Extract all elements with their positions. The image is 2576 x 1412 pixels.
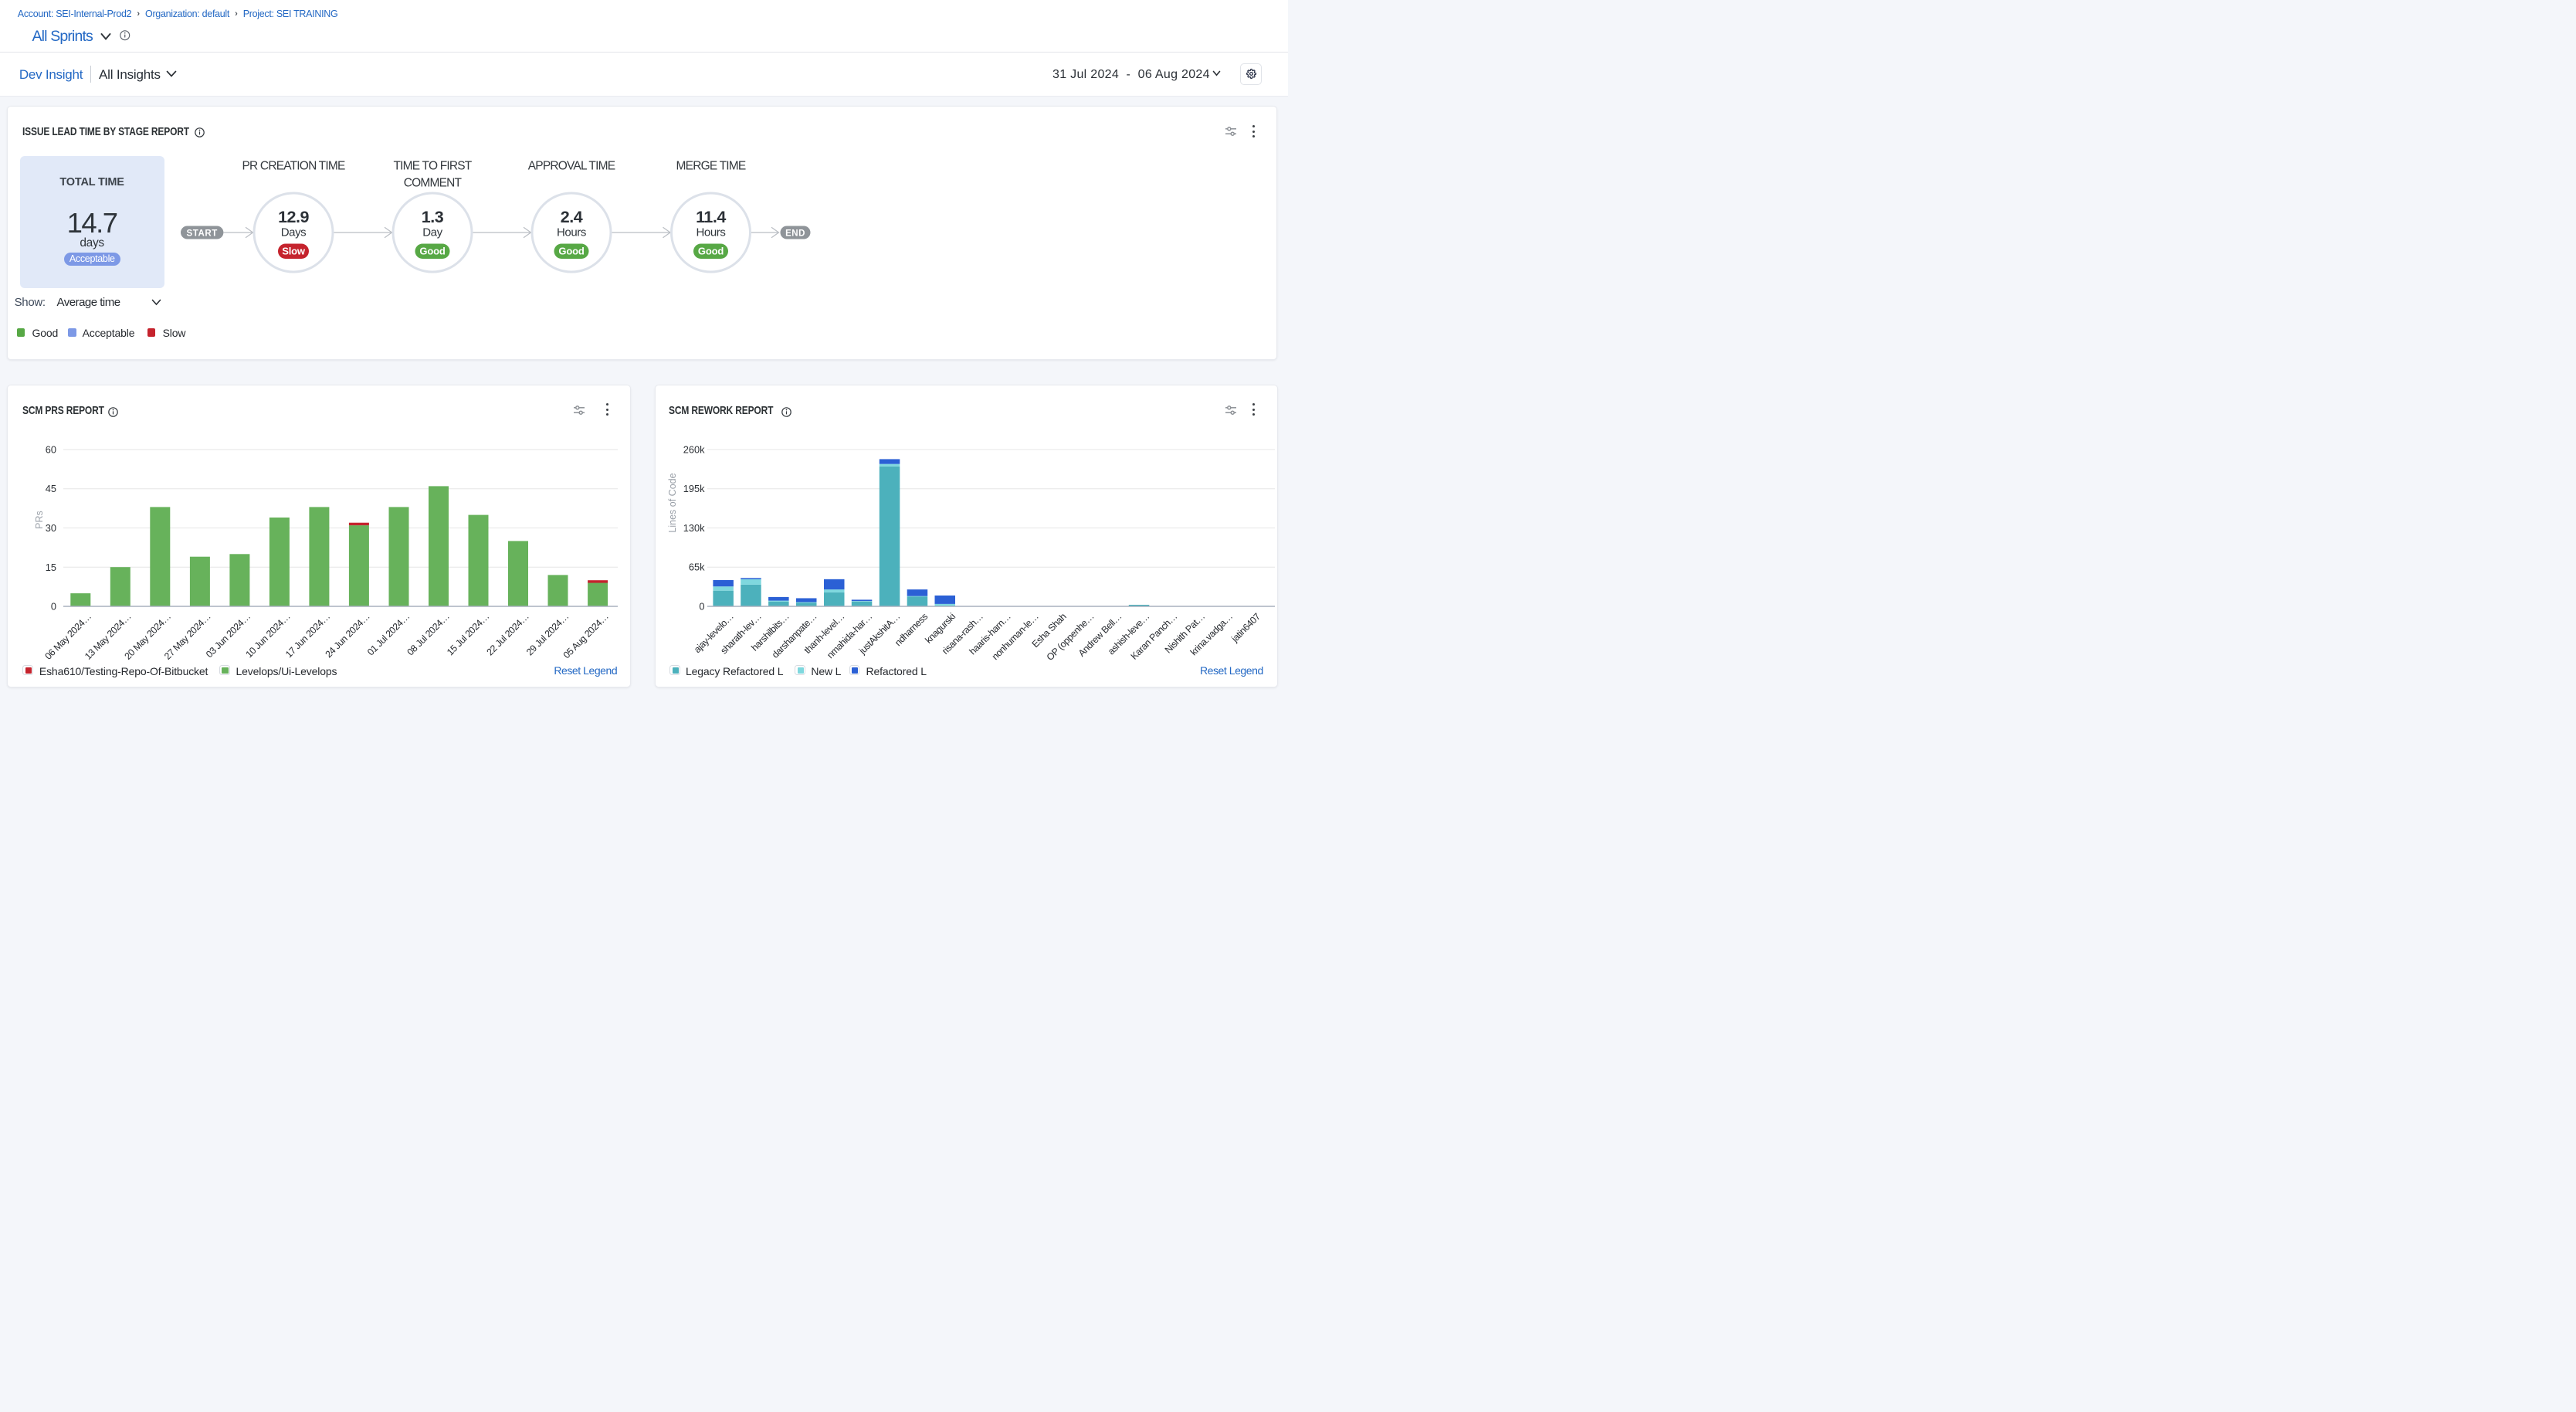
svg-text:260k: 260k [683,443,705,455]
svg-text:0: 0 [699,601,704,613]
svg-text:jatin6407: jatin6407 [1229,611,1263,645]
svg-text:65k: 65k [689,562,705,573]
svg-text:Lines of Code: Lines of Code [667,473,678,532]
svg-text:195k: 195k [683,483,705,494]
svg-text:130k: 130k [683,522,705,534]
